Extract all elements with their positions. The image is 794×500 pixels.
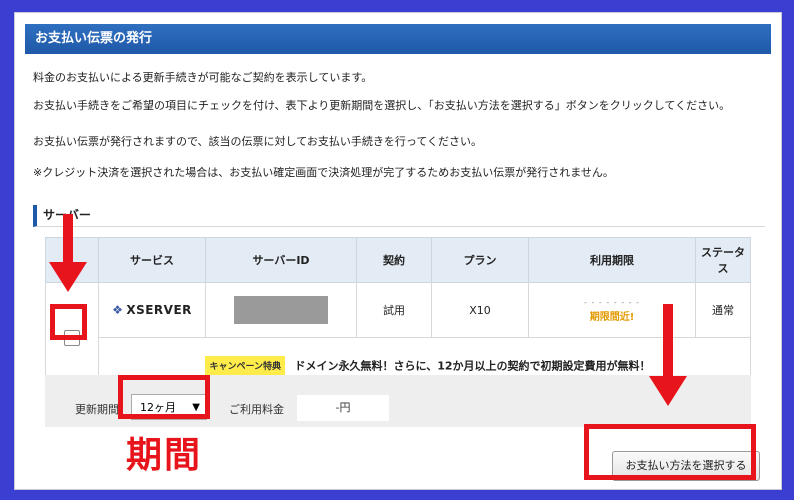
column-header-plan: プラン [431,237,529,283]
redacted-server-id [234,296,328,324]
column-header-status: ステータス [695,237,751,283]
column-header-expiry: 利用期限 [528,237,696,283]
table-header-row: サービス サーバーID 契約 プラン 利用期限 ステータス [45,237,751,283]
status-cell: 通常 [695,282,751,338]
intro-text-1: 料金のお支払いによる更新手続きが可能なご契約を表示しています。 [33,71,373,84]
contract-cell: 試用 [356,282,432,338]
server-id-cell [205,282,357,338]
xserver-logo: ❖ XSERVER [112,303,192,317]
server-table: サービス サーバーID 契約 プラン 利用期限 ステータス ❖ XSERVER 試… [45,237,751,393]
period-label: 更新期間 [75,403,119,416]
checkbox-highlight-frame [50,304,87,340]
intro-text-3: お支払い伝票が発行されますので、該当の伝票に対してお支払い手続きを行ってください… [33,135,483,148]
fee-label: ご利用料金 [229,403,284,416]
checkbox-arrow-shaft [63,214,73,264]
campaign-badge: キャンペーン特典 [205,355,286,375]
campaign-text: ドメイン永久無料！さらに、12か月以上の契約で初期設定費用が無料！ [294,359,651,372]
intro-text-4: ※クレジット決済を選択された場合は、お支払い確定画面で決済処理が完了するためお支… [33,166,614,179]
fee-value: -円 [297,395,389,421]
xserver-mark-icon: ❖ [112,303,124,317]
column-header-service: サービス [98,237,206,283]
button-arrow-icon [649,376,687,406]
service-name: XSERVER [126,303,192,317]
button-highlight-frame [584,424,756,480]
period-annotation: 期間 [126,435,203,476]
period-highlight-frame [118,375,210,419]
section-server: サーバー [33,205,765,227]
intro-text-2: お支払い手続きをご希望の項目にチェックを付け、表下より更新期間を選択し、「お支払… [33,99,731,112]
checkbox-arrow-icon [49,262,87,292]
page-title: お支払い伝票の発行 [25,24,771,54]
table-row: ❖ XSERVER 試用 X10 ‐ ‐ ‐ ‐ ‐ ‐ ‐ ‐ 期限間近! 通常 [45,282,751,393]
button-arrow-shaft [663,304,673,378]
plan-cell: X10 [431,282,529,338]
column-header-contract: 契約 [356,237,432,283]
service-cell: ❖ XSERVER [98,282,206,338]
column-header-server-id: サーバーID [205,237,357,283]
